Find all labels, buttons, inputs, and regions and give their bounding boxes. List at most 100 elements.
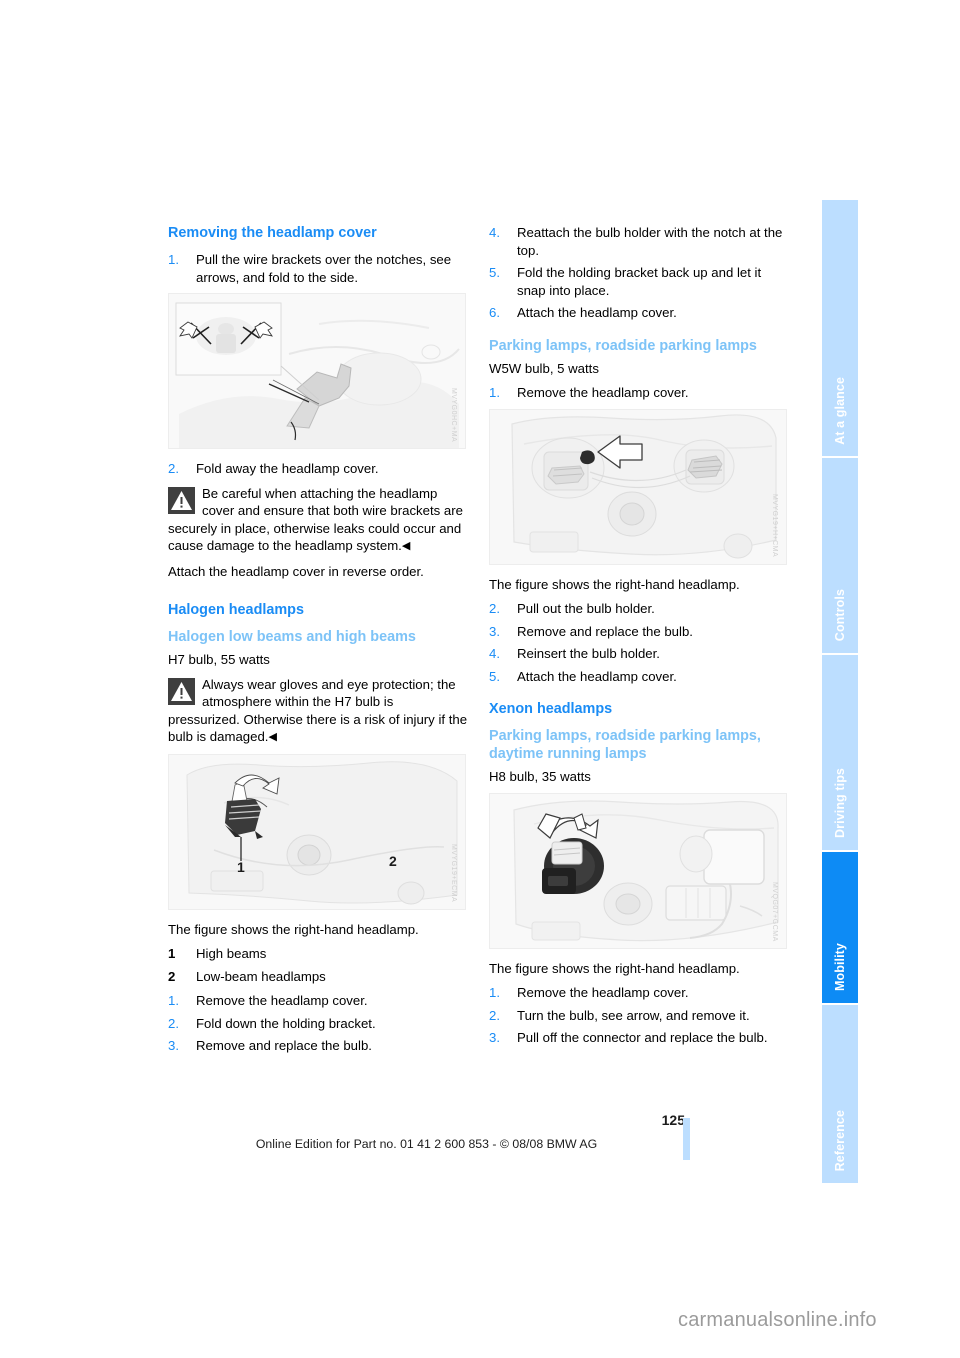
steps-parking-lamp-start: 1. Remove the headlamp cover.	[489, 384, 789, 402]
step-text: Remove the headlamp cover.	[517, 385, 689, 400]
step-number: 3.	[489, 623, 500, 639]
subheading-parking-lamps: Parking lamps, roadside parking lamps	[489, 337, 757, 354]
figure-halogen-bulb-holders: 1 2 MVYG19+ECMA	[168, 753, 466, 910]
warning-block-headlamp-cover: Be careful when attaching the headlamp c…	[168, 485, 468, 556]
step-number: 2.	[168, 1015, 179, 1031]
step-text: Remove the headlamp cover.	[517, 985, 689, 1000]
list-item: 2 Low-beam headlamps	[168, 968, 468, 986]
warning-triangle-icon	[168, 677, 195, 705]
figure-callout-2: 2	[389, 852, 397, 869]
figure-legend: 1 High beams 2 Low-beam headlamps	[168, 945, 468, 985]
step-number: 6.	[489, 305, 500, 320]
step-text: Attach the headlamp cover.	[517, 668, 677, 684]
tab-label: At a glance	[833, 376, 847, 445]
figure-id-code: MVYG19+ECMA	[450, 844, 457, 903]
step-text: Pull out the bulb holder.	[517, 601, 655, 616]
figure-parking-lamp-holder: MVYG19+H+CMA	[489, 408, 787, 565]
list-item: 2. Fold away the headlamp cover.	[168, 460, 468, 478]
tab-driving-tips[interactable]: Driving tips	[822, 655, 858, 850]
steps-parking-lamp-replacement: 2. Pull out the bulb holder. 3. Remove a…	[489, 600, 789, 685]
heading-xenon-headlamps: Xenon headlamps	[489, 701, 613, 717]
figure-id-code: MVYG0HC+MA	[450, 387, 457, 442]
list-item: 1. Remove the headlamp cover.	[489, 984, 789, 1002]
legend-number: 2	[168, 968, 176, 984]
figure-caption-right-hand-headlamp: The figure shows the right-hand headlamp…	[168, 921, 419, 937]
step-text: Fold down the holding bracket.	[196, 1015, 376, 1031]
step-number: 1.	[168, 993, 179, 1008]
warning-text: Always wear gloves and eye protection; t…	[168, 676, 468, 745]
site-watermark: carmanualsonline.info	[678, 1309, 877, 1331]
figure-xenon-bulb-connector: MVQG07+GCMA	[489, 792, 787, 949]
subheading-xenon-parking-lamps: Parking lamps, roadside parking lamps, d…	[489, 728, 761, 762]
figure-id-code: MVQG07+GCMA	[771, 881, 778, 942]
warning-triangle-icon	[168, 486, 195, 514]
step-text: Pull the wire brackets over the notches,…	[196, 252, 452, 285]
step-number: 5.	[489, 265, 500, 280]
step-text: Reattach the bulb holder with the notch …	[517, 225, 783, 258]
figure-caption-right-hand-headlamp: The figure shows the right-hand headlamp…	[489, 576, 740, 592]
figure-wire-brackets: MVYG0HC+MA	[168, 293, 466, 449]
steps-removing-cover: 1. Pull the wire brackets over the notch…	[168, 251, 468, 286]
list-item: 1 High beams	[168, 945, 468, 963]
page-number: 125	[661, 1112, 685, 1128]
step-text: Attach the headlamp cover.	[517, 305, 677, 320]
step-text: Turn the bulb, see arrow, and remove it.	[517, 1007, 750, 1023]
steps-fold-away: 2. Fold away the headlamp cover.	[168, 460, 468, 478]
list-item: 4. Reattach the bulb holder with the not…	[489, 224, 789, 259]
step-number: 3.	[489, 1030, 500, 1045]
list-item: 2. Pull out the bulb holder.	[489, 600, 789, 618]
figure-callout-1: 1	[237, 858, 245, 875]
step-number: 1.	[489, 985, 500, 1000]
legend-text: High beams	[196, 946, 267, 961]
tab-label: Controls	[833, 589, 847, 642]
step-number: 2.	[168, 461, 179, 476]
step-text: Remove the headlamp cover.	[196, 993, 368, 1008]
section-tab-rail: At a glance Controls Driving tips Mobili…	[822, 200, 858, 1185]
figure-id-code: MVYG19+H+CMA	[771, 494, 778, 558]
figure-illustration	[490, 409, 786, 564]
tab-label: Mobility	[833, 943, 847, 992]
attach-cover-note: Attach the headlamp cover in reverse ord…	[168, 563, 424, 579]
end-of-block-marker: ◀	[268, 731, 277, 743]
manual-page: At a glance Controls Driving tips Mobili…	[0, 0, 960, 1358]
figure-illustration	[169, 754, 465, 909]
figure-illustration	[490, 793, 786, 948]
subheading-halogen-low-high-beams: Halogen low beams and high beams	[168, 629, 416, 645]
list-item: 5. Attach the headlamp cover.	[489, 668, 789, 686]
step-text: Fold away the headlamp cover.	[196, 461, 379, 476]
list-item: 5. Fold the holding bracket back up and …	[489, 264, 789, 299]
step-number: 4.	[489, 646, 500, 661]
edition-notice: Online Edition for Part no. 01 41 2 600 …	[255, 1137, 598, 1151]
warning-block-bulb-handling: Always wear gloves and eye protection; t…	[168, 676, 468, 747]
figure-caption-right-hand-headlamp: The figure shows the right-hand headlamp…	[489, 960, 740, 976]
steps-halogen-continued: 4. Reattach the bulb holder with the not…	[489, 224, 789, 322]
step-text: Pull off the connector and replace the b…	[517, 1030, 768, 1045]
list-item: 3. Remove and replace the bulb.	[168, 1037, 468, 1055]
bulb-spec-w5w: W5W bulb, 5 watts	[489, 360, 599, 376]
heading-halogen-headlamps: Halogen headlamps	[168, 602, 304, 618]
tab-label: Reference	[833, 1109, 847, 1171]
step-text: Reinsert the bulb holder.	[517, 646, 660, 661]
heading-removing-headlamp-cover: Removing the headlamp cover	[168, 225, 377, 241]
bulb-spec-h8: H8 bulb, 35 watts	[489, 769, 591, 784]
step-number: 2.	[489, 1007, 500, 1023]
step-number: 1.	[168, 252, 179, 267]
step-number: 4.	[489, 225, 500, 240]
list-item: 6. Attach the headlamp cover.	[489, 304, 789, 322]
steps-halogen-replacement: 1. Remove the headlamp cover. 2. Fold do…	[168, 992, 468, 1055]
tab-at-a-glance[interactable]: At a glance	[822, 200, 858, 457]
tab-label: Driving tips	[833, 768, 847, 838]
step-number: 1.	[489, 385, 500, 400]
end-of-block-marker: ◀	[401, 540, 411, 552]
tab-reference[interactable]: Reference	[822, 1005, 858, 1183]
tab-mobility[interactable]: Mobility	[822, 851, 858, 1004]
list-item: 3. Pull off the connector and replace th…	[489, 1029, 789, 1047]
figure-illustration	[169, 294, 465, 448]
bulb-spec-h7: H7 bulb, 55 watts	[168, 652, 270, 667]
step-text: Remove and replace the bulb.	[517, 623, 693, 639]
list-item: 1. Remove the headlamp cover.	[489, 384, 789, 402]
list-item: 4. Reinsert the bulb holder.	[489, 645, 789, 663]
tab-controls[interactable]: Controls	[822, 458, 858, 654]
step-number: 3.	[168, 1038, 179, 1053]
right-text-column: 4. Reattach the bulb holder with the not…	[489, 224, 789, 1054]
